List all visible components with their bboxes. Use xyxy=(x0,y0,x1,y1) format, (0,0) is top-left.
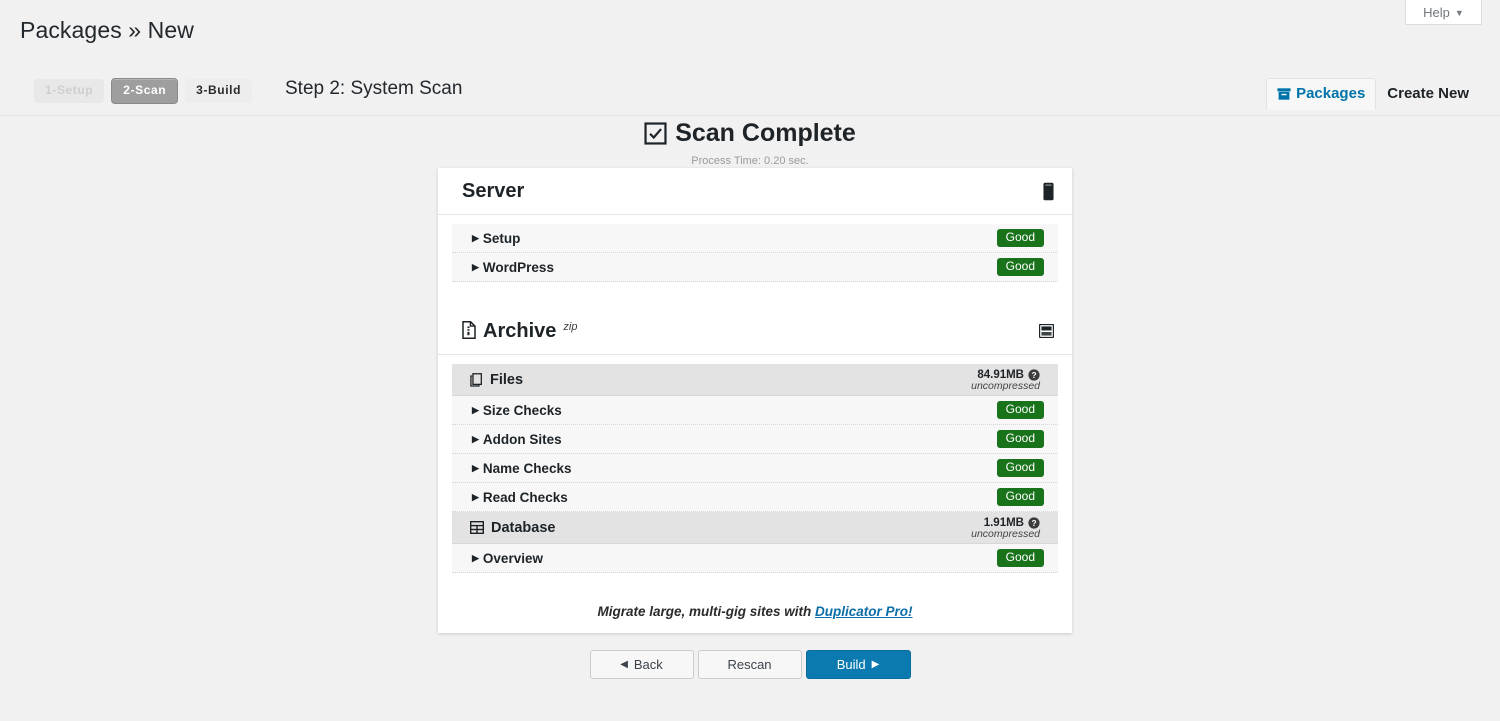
table-grid-icon xyxy=(470,521,484,534)
archive-row-name-checks-label: Name Checks xyxy=(483,461,572,476)
question-circle-icon[interactable]: ? xyxy=(1028,369,1040,381)
archive-section-title: Archive zip xyxy=(462,319,577,343)
archive-title-text: Archive xyxy=(483,320,556,343)
back-button[interactable]: ◀ Back xyxy=(590,650,694,679)
status-badge: Good xyxy=(997,401,1044,420)
archive-row-addon-sites-label: Addon Sites xyxy=(483,432,562,447)
database-label: Database xyxy=(491,520,555,536)
triangle-right-icon: ▶ xyxy=(472,234,479,243)
files-size-group: 84.91MB ? uncompressed xyxy=(971,367,1044,392)
archive-row-addon-sites[interactable]: ▶ Addon Sites Good xyxy=(452,425,1058,454)
archive-row-read-checks-label-group: ▶ Read Checks xyxy=(472,490,568,505)
scan-process-time: Process Time: 0.20 sec. xyxy=(0,155,1500,167)
server-row-wordpress-label: WordPress xyxy=(483,260,554,275)
duplicator-pro-link[interactable]: Duplicator Pro! xyxy=(815,604,913,619)
status-badge: Good xyxy=(997,229,1044,248)
server-rows-spacer xyxy=(438,215,1072,224)
archive-database-header-row: Database 1.91MB ? uncompressed xyxy=(452,512,1058,544)
triangle-right-icon: ▶ xyxy=(472,406,479,415)
archive-row-name-checks[interactable]: ▶ Name Checks Good xyxy=(452,454,1058,483)
files-size-note: uncompressed xyxy=(971,381,1040,392)
archive-row-overview-label: Overview xyxy=(483,551,543,566)
tab-create-new-label: Create New xyxy=(1387,85,1469,102)
question-circle-icon[interactable]: ? xyxy=(1028,517,1040,529)
archive-row-size-checks-label: Size Checks xyxy=(483,403,562,418)
server-row-wordpress[interactable]: ▶ WordPress Good xyxy=(452,253,1058,282)
triangle-right-icon: ▶ xyxy=(472,554,479,563)
build-button-label: Build xyxy=(837,657,866,672)
page-title: Packages » New xyxy=(20,17,194,44)
triangle-right-icon: ▶ xyxy=(472,263,479,272)
status-badge: Good xyxy=(997,549,1044,568)
server-title-text: Server xyxy=(462,180,524,203)
section-gap xyxy=(438,282,1072,308)
svg-text:?: ? xyxy=(1031,518,1036,528)
archive-row-overview-label-group: ▶ Overview xyxy=(472,551,543,566)
tab-packages-label: Packages xyxy=(1296,85,1365,102)
scan-title-text: Scan Complete xyxy=(675,121,856,146)
svg-text:?: ? xyxy=(1031,370,1036,380)
status-badge: Good xyxy=(997,430,1044,449)
file-zip-icon xyxy=(462,321,476,339)
promo-text-before: Migrate large, multi-gig sites with xyxy=(597,604,815,619)
database-size-note: uncompressed xyxy=(971,529,1040,540)
step-bar: 1-Setup 2-Scan 3-Build Step 2: System Sc… xyxy=(0,70,1500,116)
scan-title-group: Scan Complete xyxy=(644,121,856,146)
checkbox-checked-icon xyxy=(644,122,667,145)
step-item-setup[interactable]: 1-Setup xyxy=(34,79,104,103)
archive-row-size-checks[interactable]: ▶ Size Checks Good xyxy=(452,396,1058,425)
step-title: Step 2: System Scan xyxy=(285,78,462,100)
server-row-setup[interactable]: ▶ Setup Good xyxy=(452,224,1058,253)
status-badge: Good xyxy=(997,488,1044,507)
database-label-group: Database xyxy=(470,520,555,536)
triangle-right-icon: ▶ xyxy=(472,435,479,444)
triangle-left-icon: ◀ xyxy=(620,660,628,670)
archive-row-read-checks-label: Read Checks xyxy=(483,490,568,505)
archive-section-header: Archive zip xyxy=(438,308,1072,355)
archive-row-overview[interactable]: ▶ Overview Good xyxy=(452,544,1058,573)
archive-rows-spacer xyxy=(438,355,1072,364)
triangle-right-icon: ▶ xyxy=(872,660,880,670)
server-row-setup-label: Setup xyxy=(483,231,521,246)
help-label: Help xyxy=(1423,5,1450,20)
save-disk-icon xyxy=(1039,324,1054,338)
files-label-group: Files xyxy=(470,372,523,388)
rescan-button[interactable]: Rescan xyxy=(698,650,802,679)
copy-files-icon xyxy=(470,373,483,387)
step-item-scan[interactable]: 2-Scan xyxy=(111,78,178,104)
archive-row-read-checks[interactable]: ▶ Read Checks Good xyxy=(452,483,1058,512)
status-badge: Good xyxy=(997,459,1044,478)
archive-box-icon xyxy=(1277,87,1291,101)
footer-button-bar: ◀ Back Rescan Build ▶ xyxy=(0,650,1500,679)
tab-packages[interactable]: Packages xyxy=(1266,78,1376,110)
triangle-right-icon: ▶ xyxy=(472,493,479,502)
back-button-label: Back xyxy=(634,657,663,672)
status-badge: Good xyxy=(997,258,1044,277)
server-row-setup-label-group: ▶ Setup xyxy=(472,231,520,246)
build-button[interactable]: Build ▶ xyxy=(806,650,911,679)
chevron-down-icon: ▼ xyxy=(1455,9,1464,18)
rescan-button-label: Rescan xyxy=(727,657,771,672)
step-item-build[interactable]: 3-Build xyxy=(185,79,252,103)
tab-create-new[interactable]: Create New xyxy=(1376,78,1480,110)
archive-format-superscript: zip xyxy=(563,321,577,333)
archive-row-name-checks-label-group: ▶ Name Checks xyxy=(472,461,571,476)
archive-files-header-row: Files 84.91MB ? uncompressed xyxy=(452,364,1058,396)
archive-row-addon-sites-label-group: ▶ Addon Sites xyxy=(472,432,562,447)
nav-tab-group: Packages Create New xyxy=(1266,78,1480,110)
scan-results-card: Server ▶ Setup Good ▶ WordPress Good xyxy=(438,168,1072,633)
step-indicator-group: 1-Setup 2-Scan 3-Build xyxy=(34,78,252,104)
server-row-wordpress-label-group: ▶ WordPress xyxy=(472,260,554,275)
scan-status-header: Scan Complete Process Time: 0.20 sec. xyxy=(0,121,1500,167)
files-label: Files xyxy=(490,372,523,388)
archive-row-size-checks-label-group: ▶ Size Checks xyxy=(472,403,562,418)
server-tower-icon xyxy=(1043,182,1054,201)
promo-text: Migrate large, multi-gig sites with Dupl… xyxy=(438,604,1072,619)
help-dropdown[interactable]: Help ▼ xyxy=(1405,0,1482,25)
database-size-group: 1.91MB ? uncompressed xyxy=(971,515,1044,540)
triangle-right-icon: ▶ xyxy=(472,464,479,473)
server-section-title: Server xyxy=(462,180,524,203)
server-section-header: Server xyxy=(438,168,1072,215)
